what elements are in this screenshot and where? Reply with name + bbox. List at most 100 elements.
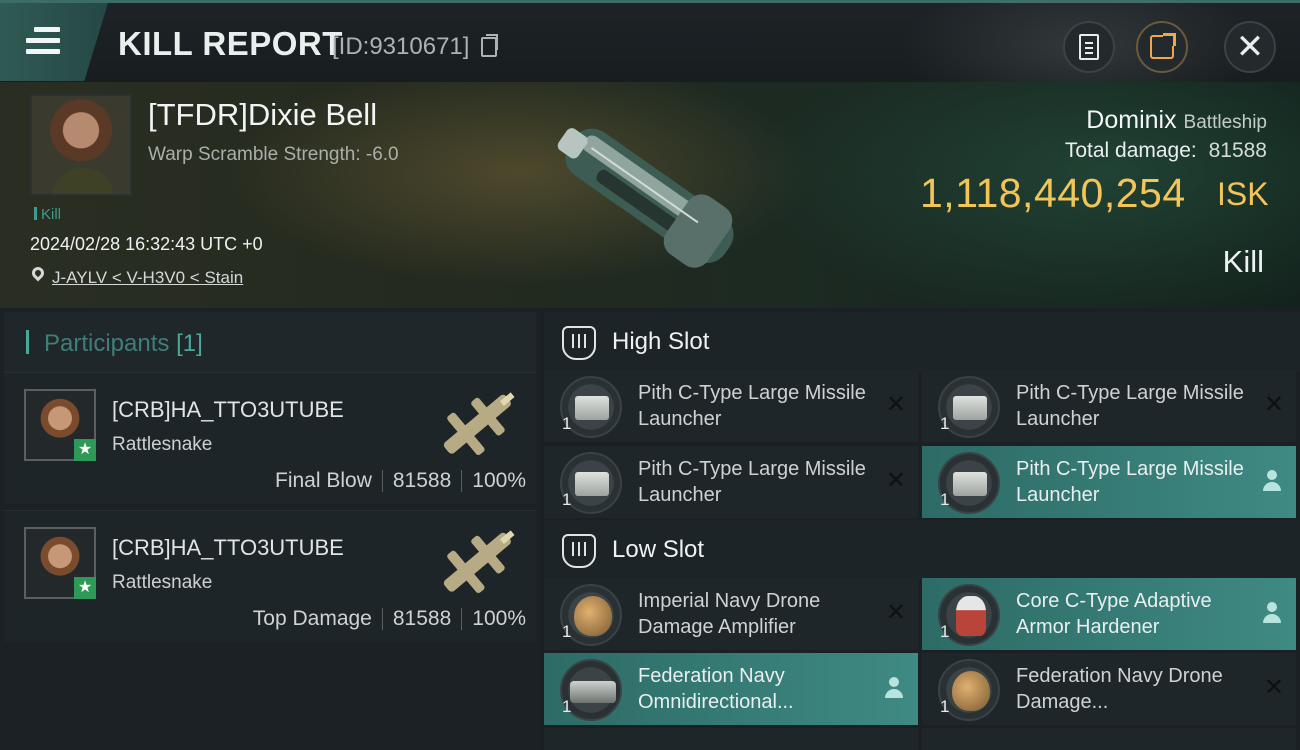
module-quantity: 1	[562, 414, 572, 433]
ship-name[interactable]: Dominix	[1086, 106, 1176, 134]
participant-ship: Rattlesnake	[112, 572, 213, 593]
kill-timestamp: 2024/02/28 16:32:43 UTC +0	[30, 234, 263, 254]
destroyed-icon: ✕	[885, 599, 906, 626]
dropped-user-icon	[1262, 470, 1282, 492]
star-icon: ★	[74, 577, 96, 599]
divider	[461, 608, 463, 630]
total-damage-value: 81588	[1208, 139, 1267, 162]
star-icon: ★	[74, 439, 96, 461]
victim-portrait[interactable]	[30, 94, 132, 196]
destroyed-icon: ✕	[1263, 674, 1284, 701]
divider	[381, 608, 383, 630]
participant-stats: Final Blow 81588 100%	[275, 469, 526, 493]
participant-percent: 100%	[472, 469, 526, 492]
module-name: Imperial Navy Drone Damage Amplifier	[638, 590, 821, 638]
isk-unit: ISK	[1217, 176, 1269, 212]
module-item-partial[interactable]	[922, 728, 1296, 750]
module-quantity: 1	[940, 622, 950, 641]
high-slot-title: High Slot	[612, 328, 710, 355]
module-item[interactable]: 1 Federation Navy Drone Damage... ✕	[922, 653, 1296, 725]
copy-icon[interactable]	[481, 34, 498, 57]
location-pin-icon	[29, 264, 47, 282]
victim-ship-type: Dominix Battleship	[1086, 106, 1267, 135]
module-quantity: 1	[562, 697, 572, 716]
destroyed-icon: ✕	[1263, 391, 1284, 418]
share-button[interactable]	[1136, 21, 1188, 73]
module-quantity: 1	[940, 414, 950, 433]
module-quantity: 1	[562, 490, 572, 509]
high-slot-icon	[562, 326, 596, 360]
victim-name[interactable]: [TFDR]Dixie Bell	[148, 97, 377, 133]
participants-label: Participants	[44, 330, 170, 357]
participant-avatar[interactable]: ★	[24, 389, 96, 461]
high-slot-header: High Slot	[544, 312, 1300, 372]
module-item[interactable]: 1 Core C-Type Adaptive Armor Hardener	[922, 578, 1296, 650]
module-item[interactable]: 1 Pith C-Type Large Missile Launcher ✕	[922, 370, 1296, 442]
menu-button[interactable]	[0, 3, 108, 81]
module-name: Federation Navy Drone Damage...	[1016, 665, 1223, 713]
share-icon	[1150, 33, 1176, 59]
participants-header: Participants [1]	[4, 312, 536, 372]
module-item[interactable]: 1 Pith C-Type Large Missile Launcher ✕	[544, 446, 918, 518]
module-name: Pith C-Type Large Missile Launcher	[1016, 382, 1244, 430]
victim-banner: [TFDR]Dixie Bell Warp Scramble Strength:…	[0, 82, 1300, 308]
module-item[interactable]: 1 Federation Navy Omnidirectional...	[544, 653, 918, 725]
module-quantity: 1	[562, 622, 572, 641]
total-damage-label: Total damage:	[1064, 139, 1197, 162]
low-slot-icon	[562, 534, 596, 568]
participant-name[interactable]: [CRB]HA_TTO3UTUBE	[112, 535, 344, 561]
dropped-user-icon	[884, 677, 904, 699]
divider	[461, 470, 463, 492]
participant-row[interactable]: ★ [CRB]HA_TTO3UTUBE Rattlesnake Final Bl…	[4, 372, 536, 504]
report-id: [ID:9310671]	[332, 33, 470, 60]
total-damage: Total damage: 81588	[1065, 139, 1267, 163]
participant-ship-render[interactable]	[428, 377, 528, 473]
module-quantity: 1	[940, 490, 950, 509]
destroyed-icon: ✕	[885, 391, 906, 418]
victim-ship-render[interactable]	[535, 100, 765, 290]
page-title: KILL REPORT	[118, 25, 343, 62]
module-name: Pith C-Type Large Missile Launcher	[1016, 458, 1244, 506]
participant-avatar[interactable]: ★	[24, 527, 96, 599]
close-button[interactable]: ✕	[1224, 21, 1276, 73]
participant-role: Top Damage	[252, 607, 372, 630]
participants-count: [1]	[176, 330, 203, 357]
kill-tag: Kill	[34, 206, 61, 223]
kill-result: Kill	[1222, 244, 1264, 279]
module-item-partial[interactable]	[544, 728, 918, 750]
module-name: Core C-Type Adaptive Armor Hardener	[1016, 590, 1212, 638]
participant-ship-render[interactable]	[428, 515, 528, 611]
dropped-user-icon	[1262, 602, 1282, 624]
module-item[interactable]: 1 Pith C-Type Large Missile Launcher ✕	[544, 370, 918, 442]
participant-damage: 81588	[392, 607, 452, 630]
module-name: Federation Navy Omnidirectional...	[638, 665, 794, 713]
warp-scramble-strength: Warp Scramble Strength: -6.0	[148, 144, 399, 165]
participant-name[interactable]: [CRB]HA_TTO3UTUBE	[112, 397, 344, 423]
module-quantity: 1	[940, 697, 950, 716]
module-name: Pith C-Type Large Missile Launcher	[638, 382, 866, 430]
participant-row[interactable]: ★ [CRB]HA_TTO3UTUBE Rattlesnake Top Dama…	[4, 510, 536, 642]
participant-stats: Top Damage 81588 100%	[253, 607, 526, 631]
participant-percent: 100%	[472, 607, 526, 630]
low-slot-title: Low Slot	[612, 536, 705, 563]
kill-location-link[interactable]: J-AYLV < V-H3V0 < Stain	[52, 268, 243, 288]
close-icon: ✕	[1235, 28, 1265, 66]
ship-class: Battleship	[1183, 112, 1267, 133]
module-name: Pith C-Type Large Missile Launcher	[638, 458, 866, 506]
module-item[interactable]: 1 Pith C-Type Large Missile Launcher	[922, 446, 1296, 518]
module-item[interactable]: 1 Imperial Navy Drone Damage Amplifier ✕	[544, 578, 918, 650]
low-slot-header: Low Slot	[544, 520, 1300, 580]
isk-value: 1,118,440,254	[920, 170, 1186, 216]
header-bar: KILL REPORT [ID:9310671] ✕	[0, 0, 1300, 123]
destroyed-icon: ✕	[885, 467, 906, 494]
clipboard-icon	[1079, 34, 1099, 60]
participants-panel: Participants [1] ★ [CRB]HA_TTO3UTUBE Rat…	[0, 308, 540, 750]
fitting-panel: High Slot 1 Pith C-Type Large Missile La…	[540, 308, 1300, 750]
divider	[381, 470, 383, 492]
participant-role: Final Blow	[275, 469, 372, 492]
participant-ship: Rattlesnake	[112, 434, 213, 455]
header-accent-bar	[26, 330, 29, 354]
menu-icon	[26, 27, 60, 55]
clipboard-button[interactable]	[1063, 21, 1115, 73]
participant-damage: 81588	[392, 469, 452, 492]
